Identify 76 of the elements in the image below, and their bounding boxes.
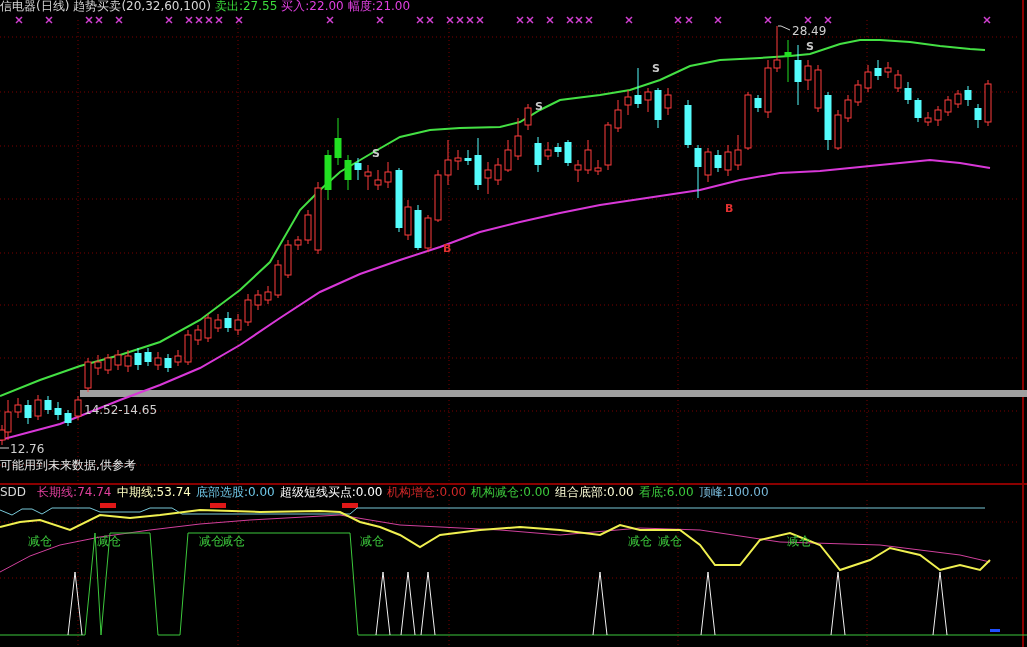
reduce-position-label: 减仓 [199, 534, 223, 548]
cross-marker-icon [685, 16, 693, 24]
cross-marker-icon [376, 16, 384, 24]
cross-marker-icon [165, 16, 173, 24]
legend-item: 超级短线买点:0.00 [279, 486, 383, 499]
end-marker-icon [990, 629, 1000, 632]
legend-item: 机构减仓:0.00 [471, 486, 550, 499]
cross-marker-icon [446, 16, 454, 24]
cross-marker-icon [983, 16, 991, 24]
cross-marker-icon [85, 16, 93, 24]
legend-item: 看底:6.00 [638, 486, 694, 499]
cross-marker-icon [115, 16, 123, 24]
legend-item: 底部选股:0.00 [195, 486, 275, 499]
disclaimer-note: 可能用到未来数据,供参考 [0, 458, 136, 472]
cross-marker-icon [205, 16, 213, 24]
cross-marker-icon [764, 16, 772, 24]
cross-marker-icon [625, 16, 633, 24]
spike-marker [400, 571, 416, 636]
leader-line [0, 447, 10, 449]
spike-marker [830, 571, 846, 636]
cross-marker-icon [215, 16, 223, 24]
leader-line [777, 25, 791, 31]
cross-marker-icon [326, 16, 334, 24]
spike-marker [420, 571, 436, 636]
reduce-position-label: 减仓 [97, 534, 121, 548]
sell-signal-label: S [806, 40, 814, 53]
indicator-name: SDD [0, 486, 27, 499]
low-price-label: 12.76 [10, 442, 45, 456]
cross-marker-icon [195, 16, 203, 24]
spike-marker [932, 571, 948, 636]
cross-marker-icon [476, 16, 484, 24]
cross-marker-icon [674, 16, 682, 24]
cross-marker-icon [466, 16, 474, 24]
reduce-position-label: 减仓 [221, 534, 245, 548]
buy-signal-label: B [725, 202, 734, 215]
spike-marker [592, 571, 608, 636]
legend-item: 长期线:74.74 [37, 486, 112, 499]
cross-marker-icon [585, 16, 593, 24]
cross-marker-icon [456, 16, 464, 24]
legend-item: 组合底部:0.00 [555, 486, 634, 499]
cross-marker-icon [235, 16, 243, 24]
cross-marker-icon [185, 16, 193, 24]
cross-marker-icon [824, 16, 832, 24]
cross-marker-icon [416, 16, 424, 24]
chart-title: 信电器(日线) [0, 0, 70, 13]
high-price-label: 28.49 [792, 24, 827, 38]
legend-item: 机构增仓:0.00 [387, 486, 467, 499]
sell-signal-label: S [652, 62, 660, 75]
indicator-reading: 幅度:21.00 [347, 0, 411, 13]
cross-marker-icon [426, 16, 434, 24]
reduce-position-label: 减仓 [658, 534, 682, 548]
cross-marker-icon [516, 16, 524, 24]
cross-marker-icon [15, 16, 23, 24]
spike-marker [67, 571, 83, 636]
signal-bar [210, 503, 226, 508]
legend-item: 顶峰:100.00 [698, 486, 769, 499]
spike-marker [375, 571, 391, 636]
cross-marker-icon [526, 16, 534, 24]
reduce-position-label: 减仓 [628, 534, 652, 548]
legend-item: 中期线:53.74 [116, 486, 191, 499]
reduce-position-label: 减仓 [360, 534, 384, 548]
cross-marker-icon [45, 16, 53, 24]
cross-marker-icon [546, 16, 554, 24]
sell-signal-label: S [535, 100, 543, 113]
spike-marker [700, 571, 716, 636]
cross-marker-icon [804, 16, 812, 24]
signal-bar [100, 503, 116, 508]
sell-signal-label: S [372, 147, 380, 160]
indicator-reading: 卖出:27.55 [214, 0, 278, 13]
cross-marker-icon [95, 16, 103, 24]
signal-bar [342, 503, 358, 508]
cross-marker-icon [714, 16, 722, 24]
indicator-reading: 买入:22.00 [281, 0, 344, 13]
buy-signal-label: B [443, 242, 452, 255]
indicator-reading: 趋势买卖(20,32,60,100) [73, 0, 211, 13]
reduce-position-label: 减仓 [28, 534, 52, 548]
